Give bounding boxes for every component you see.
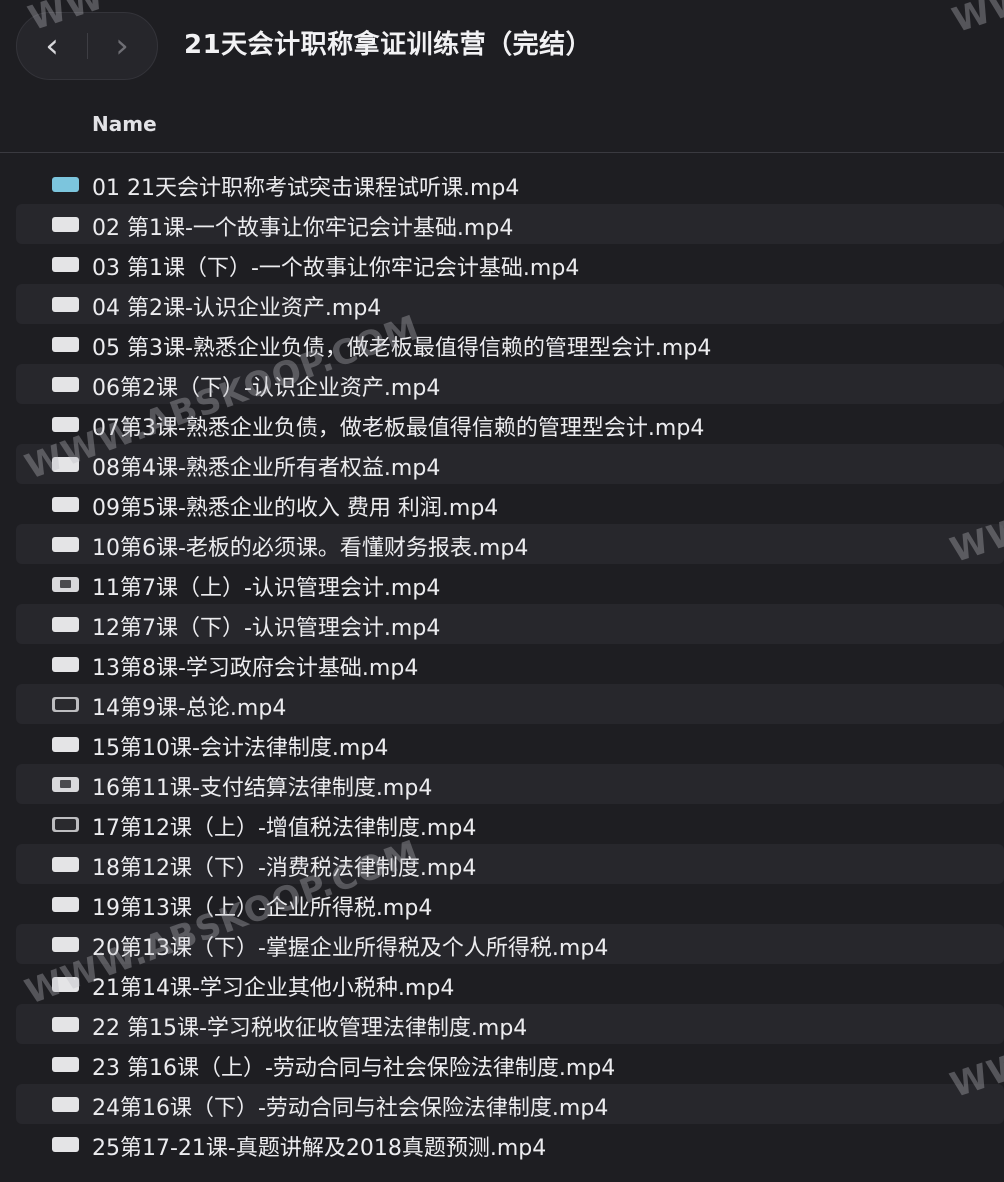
forward-button[interactable]: › [87,13,157,79]
video-file-icon [52,737,79,752]
file-name: 15第10课-会计法律制度.mp4 [92,736,389,761]
file-name: 25第17-21课-真题讲解及2018真题预测.mp4 [92,1136,547,1161]
toolbar: ‹ › 21天会计职称拿证训练营（完结） [0,0,1004,95]
video-file-icon [52,417,79,432]
file-name: 01 21天会计职称考试突击课程试听课.mp4 [92,176,520,201]
file-row[interactable]: 02 第1课-一个故事让你牢记会计基础.mp4 [16,204,1004,244]
video-file-icon [52,937,79,952]
file-row[interactable]: 12第7课（下）-认识管理会计.mp4 [16,604,1004,644]
file-row[interactable]: 18第12课（下）-消费税法律制度.mp4 [16,844,1004,884]
file-name: 14第9课-总论.mp4 [92,696,287,721]
video-file-icon [52,777,79,792]
chevron-left-icon: ‹ [45,26,59,66]
file-name: 22 第15课-学习税收征收管理法律制度.mp4 [92,1016,528,1041]
file-row[interactable]: 23 第16课（上）-劳动合同与社会保险法律制度.mp4 [16,1044,1004,1084]
video-file-icon [52,1017,79,1032]
file-name: 18第12课（下）-消费税法律制度.mp4 [92,856,477,881]
file-name: 04 第2课-认识企业资产.mp4 [92,296,382,321]
video-file-icon [52,1097,79,1112]
video-file-icon [52,577,79,592]
file-name: 05 第3课-熟悉企业负债，做老板最值得信赖的管理型会计.mp4 [92,336,712,361]
file-name: 12第7课（下）-认识管理会计.mp4 [92,616,441,641]
file-row[interactable]: 24第16课（下）-劳动合同与社会保险法律制度.mp4 [16,1084,1004,1124]
file-row[interactable]: 05 第3课-熟悉企业负债，做老板最值得信赖的管理型会计.mp4 [16,324,1004,364]
back-button[interactable]: ‹ [17,13,87,79]
file-row[interactable]: 14第9课-总论.mp4 [16,684,1004,724]
file-name: 02 第1课-一个故事让你牢记会计基础.mp4 [92,216,514,241]
video-file-icon [52,977,79,992]
file-row[interactable]: 25第17-21课-真题讲解及2018真题预测.mp4 [16,1124,1004,1164]
file-name: 16第11课-支付结算法律制度.mp4 [92,776,433,801]
video-file-icon [52,697,79,712]
file-name: 09第5课-熟悉企业的收入 费用 利润.mp4 [92,496,499,521]
window-title: 21天会计职称拿证训练营（完结） [184,30,593,60]
file-name: 03 第1课（下）-一个故事让你牢记会计基础.mp4 [92,256,580,281]
file-row[interactable]: 22 第15课-学习税收征收管理法律制度.mp4 [16,1004,1004,1044]
file-row[interactable]: 07第3课-熟悉企业负债，做老板最值得信赖的管理型会计.mp4 [16,404,1004,444]
file-row[interactable]: 21第14课-学习企业其他小税种.mp4 [16,964,1004,1004]
name-column-header[interactable]: Name [92,112,157,136]
video-file-icon [52,337,79,352]
file-row[interactable]: 08第4课-熟悉企业所有者权益.mp4 [16,444,1004,484]
video-file-icon [52,817,79,832]
navigation-control: ‹ › [16,12,158,80]
video-file-icon [52,897,79,912]
file-name: 24第16课（下）-劳动合同与社会保险法律制度.mp4 [92,1096,609,1121]
file-name: 23 第16课（上）-劳动合同与社会保险法律制度.mp4 [92,1056,616,1081]
file-row[interactable]: 19第13课（上）-企业所得税.mp4 [16,884,1004,924]
video-file-icon [52,857,79,872]
file-name: 21第14课-学习企业其他小税种.mp4 [92,976,455,1001]
file-name: 20第13课（下）-掌握企业所得税及个人所得税.mp4 [92,936,609,961]
video-file-icon [52,217,79,232]
file-row[interactable]: 01 21天会计职称考试突击课程试听课.mp4 [16,164,1004,204]
file-row[interactable]: 13第8课-学习政府会计基础.mp4 [16,644,1004,684]
file-list: 01 21天会计职称考试突击课程试听课.mp4 02 第1课-一个故事让你牢记会计… [16,164,1004,1164]
file-row[interactable]: 11第7课（上）-认识管理会计.mp4 [16,564,1004,604]
file-name: 06第2课（下）-认识企业资产.mp4 [92,376,441,401]
file-name: 08第4课-熟悉企业所有者权益.mp4 [92,456,441,481]
file-name: 19第13课（上）-企业所得税.mp4 [92,896,433,921]
column-header: Name [0,95,1004,153]
file-name: 17第12课（上）-增值税法律制度.mp4 [92,816,477,841]
file-row[interactable]: 09第5课-熟悉企业的收入 费用 利润.mp4 [16,484,1004,524]
chevron-right-icon: › [115,26,129,66]
file-row[interactable]: 17第12课（上）-增值税法律制度.mp4 [16,804,1004,844]
video-file-icon [52,257,79,272]
video-file-icon [52,657,79,672]
video-file-icon [52,1137,79,1152]
file-row[interactable]: 10第6课-老板的必须课。看懂财务报表.mp4 [16,524,1004,564]
file-row[interactable]: 03 第1课（下）-一个故事让你牢记会计基础.mp4 [16,244,1004,284]
video-file-icon [52,177,79,192]
file-name: 11第7课（上）-认识管理会计.mp4 [92,576,441,601]
file-row[interactable]: 16第11课-支付结算法律制度.mp4 [16,764,1004,804]
file-row[interactable]: 06第2课（下）-认识企业资产.mp4 [16,364,1004,404]
video-file-icon [52,497,79,512]
file-row[interactable]: 20第13课（下）-掌握企业所得税及个人所得税.mp4 [16,924,1004,964]
video-file-icon [52,537,79,552]
file-name: 13第8课-学习政府会计基础.mp4 [92,656,419,681]
file-name: 10第6课-老板的必须课。看懂财务报表.mp4 [92,536,529,561]
file-row[interactable]: 15第10课-会计法律制度.mp4 [16,724,1004,764]
video-file-icon [52,617,79,632]
video-file-icon [52,1057,79,1072]
file-name: 07第3课-熟悉企业负债，做老板最值得信赖的管理型会计.mp4 [92,416,705,441]
video-file-icon [52,377,79,392]
file-row[interactable]: 04 第2课-认识企业资产.mp4 [16,284,1004,324]
video-file-icon [52,457,79,472]
video-file-icon [52,297,79,312]
